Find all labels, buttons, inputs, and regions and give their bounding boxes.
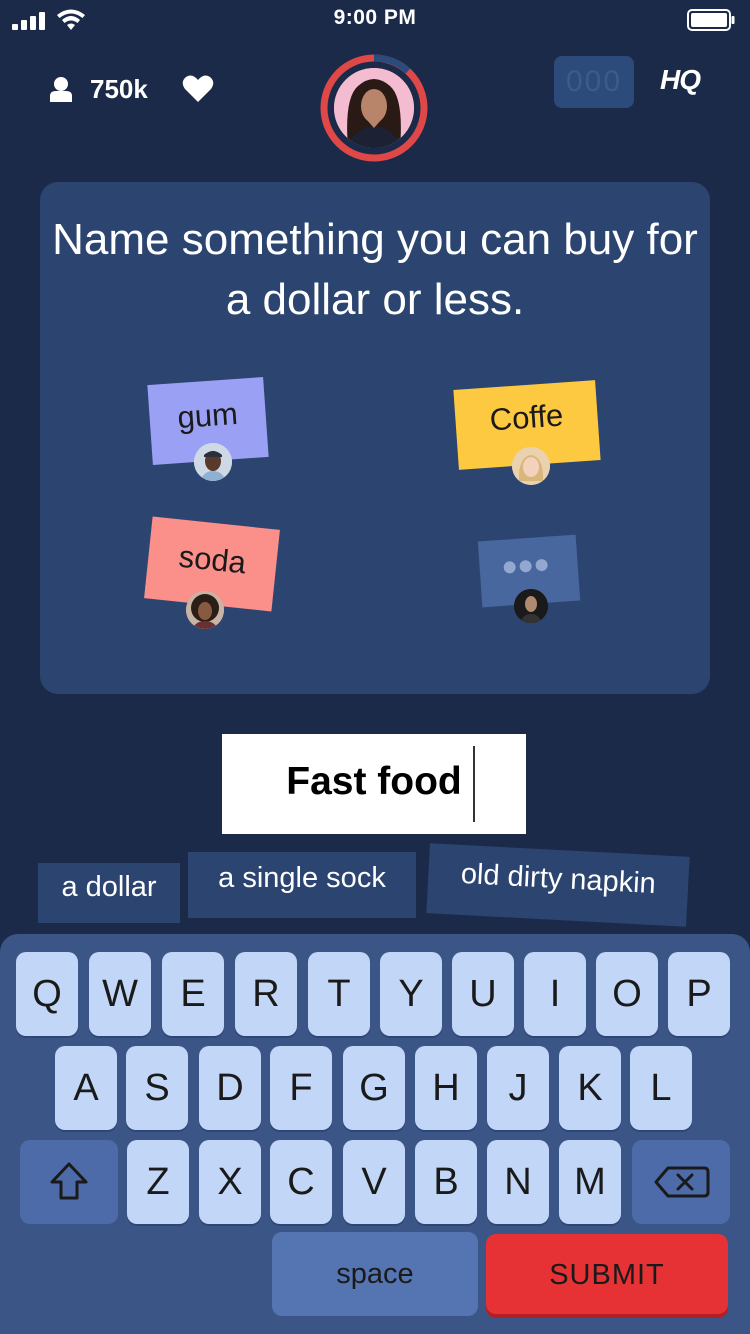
score-display: 000 — [554, 56, 634, 108]
shift-key[interactable] — [20, 1140, 118, 1224]
key-m[interactable]: M — [559, 1140, 621, 1224]
key-z[interactable]: Z — [127, 1140, 189, 1224]
key-o[interactable]: O — [596, 952, 658, 1036]
backspace-icon — [654, 1166, 710, 1198]
answer-input[interactable]: Fast food — [222, 734, 526, 834]
key-e[interactable]: E — [162, 952, 224, 1036]
submit-button[interactable]: SUBMIT — [486, 1234, 728, 1314]
key-c[interactable]: C — [270, 1140, 332, 1224]
key-g[interactable]: G — [343, 1046, 405, 1130]
key-f[interactable]: F — [270, 1046, 332, 1130]
player-avatar — [186, 591, 224, 629]
key-w[interactable]: W — [89, 952, 151, 1036]
key-k[interactable]: K — [559, 1046, 621, 1130]
suggestion-chip[interactable]: old dirty napkin — [426, 843, 690, 927]
hq-logo: HQ — [660, 64, 701, 95]
player-count: 750k — [48, 72, 148, 106]
key-j[interactable]: J — [487, 1046, 549, 1130]
key-d[interactable]: D — [199, 1046, 261, 1130]
key-h[interactable]: H — [415, 1046, 477, 1130]
suggestion-chip[interactable]: a single sock — [188, 852, 416, 918]
host-avatar — [334, 68, 414, 148]
key-u[interactable]: U — [452, 952, 514, 1036]
key-l[interactable]: L — [630, 1046, 692, 1130]
answer-input-value[interactable]: Fast food — [222, 760, 526, 804]
question-text: Name something you can buy for a dollar … — [52, 215, 698, 324]
key-x[interactable]: X — [199, 1140, 261, 1224]
space-key[interactable]: space — [272, 1232, 478, 1316]
answer-note-text: soda — [177, 538, 248, 581]
key-b[interactable]: B — [415, 1140, 477, 1224]
backspace-key[interactable] — [632, 1140, 730, 1224]
shift-icon — [50, 1162, 88, 1200]
key-r[interactable]: R — [235, 952, 297, 1036]
player-count-value: 750k — [90, 73, 148, 104]
typing-indicator-icon — [503, 558, 554, 575]
key-n[interactable]: N — [487, 1140, 549, 1224]
suggestion-chip[interactable]: a dollar — [38, 863, 180, 923]
key-t[interactable]: T — [308, 952, 370, 1036]
key-q[interactable]: Q — [16, 952, 78, 1036]
text-cursor — [473, 746, 475, 822]
status-bar: 9:00 PM — [0, 0, 750, 44]
heart-icon[interactable] — [182, 74, 214, 104]
key-y[interactable]: Y — [380, 952, 442, 1036]
key-i[interactable]: I — [524, 952, 586, 1036]
player-avatar — [514, 589, 548, 623]
answer-note-text: Coffe — [488, 397, 565, 438]
key-v[interactable]: V — [343, 1140, 405, 1224]
key-a[interactable]: A — [55, 1046, 117, 1130]
user-icon — [50, 77, 72, 102]
key-p[interactable]: P — [668, 952, 730, 1036]
battery-icon — [687, 9, 735, 31]
player-avatar — [512, 447, 550, 485]
status-time: 9:00 PM — [333, 6, 417, 29]
key-s[interactable]: S — [126, 1046, 188, 1130]
player-avatar — [194, 443, 232, 481]
